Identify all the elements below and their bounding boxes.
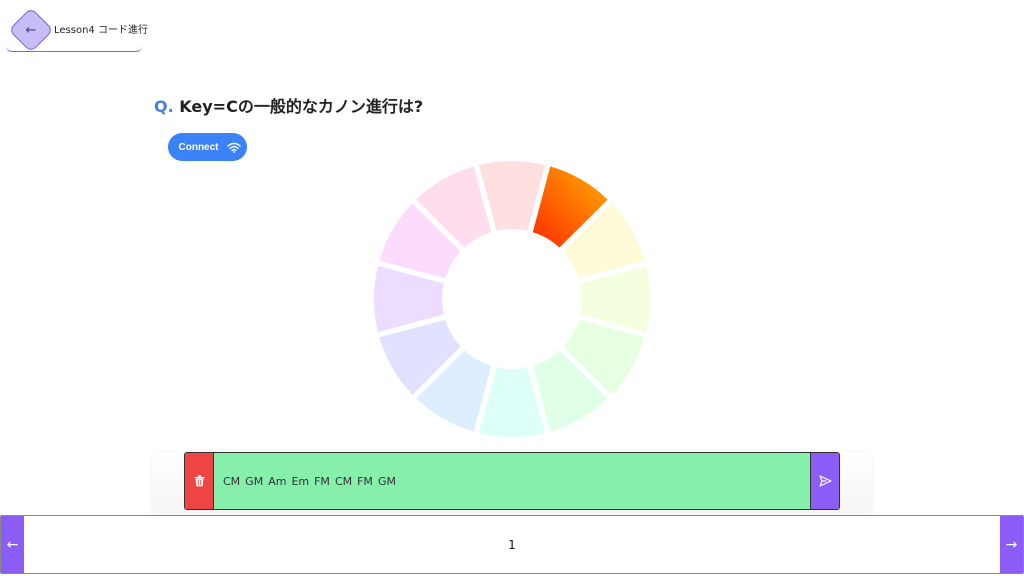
pager: ← 1 → (0, 515, 1024, 574)
chord-item[interactable]: GM (245, 475, 263, 488)
page-number: 1 (508, 537, 516, 552)
chord-item[interactable]: Am (268, 475, 286, 488)
prev-page-button[interactable]: ← (1, 516, 24, 573)
send-button[interactable] (810, 453, 839, 509)
question: Q. Key=Cの一般的なカノン進行は? (154, 93, 423, 117)
next-page-button[interactable]: → (1000, 516, 1023, 573)
connect-button[interactable]: Connect (168, 133, 247, 161)
progression-bar: CM GM Am Em FM CM FM GM (184, 452, 840, 510)
wheel-segment[interactable] (478, 367, 546, 437)
question-prefix: Q. (154, 97, 174, 116)
arrow-right-icon: → (1005, 536, 1018, 553)
delete-button[interactable] (185, 453, 214, 509)
arrow-left-icon: ← (25, 22, 37, 38)
header: ← Lesson4 コード進行 (6, 4, 148, 53)
arrow-left-icon: ← (6, 536, 19, 553)
page-title: Lesson4 コード進行 (54, 25, 148, 36)
wheel-segment[interactable] (374, 265, 444, 333)
wifi-icon (226, 142, 241, 153)
chord-item[interactable]: FM (314, 475, 330, 488)
chord-item[interactable]: Em (291, 475, 309, 488)
connect-label: Connect (178, 141, 219, 153)
chord-item[interactable]: CM (223, 475, 240, 488)
chord-item[interactable]: CM (335, 475, 352, 488)
wheel-segment[interactable] (580, 265, 650, 333)
send-icon (818, 475, 832, 487)
trash-icon (194, 475, 204, 487)
chord-item[interactable]: GM (378, 475, 396, 488)
question-text: Key=Cの一般的なカノン進行は? (179, 97, 424, 116)
back-button[interactable]: ← (8, 7, 54, 53)
chord-list: CM GM Am Em FM CM FM GM (214, 453, 810, 509)
chord-item[interactable]: FM (357, 475, 373, 488)
wheel-segment[interactable] (478, 161, 546, 231)
chord-wheel[interactable] (372, 159, 652, 439)
